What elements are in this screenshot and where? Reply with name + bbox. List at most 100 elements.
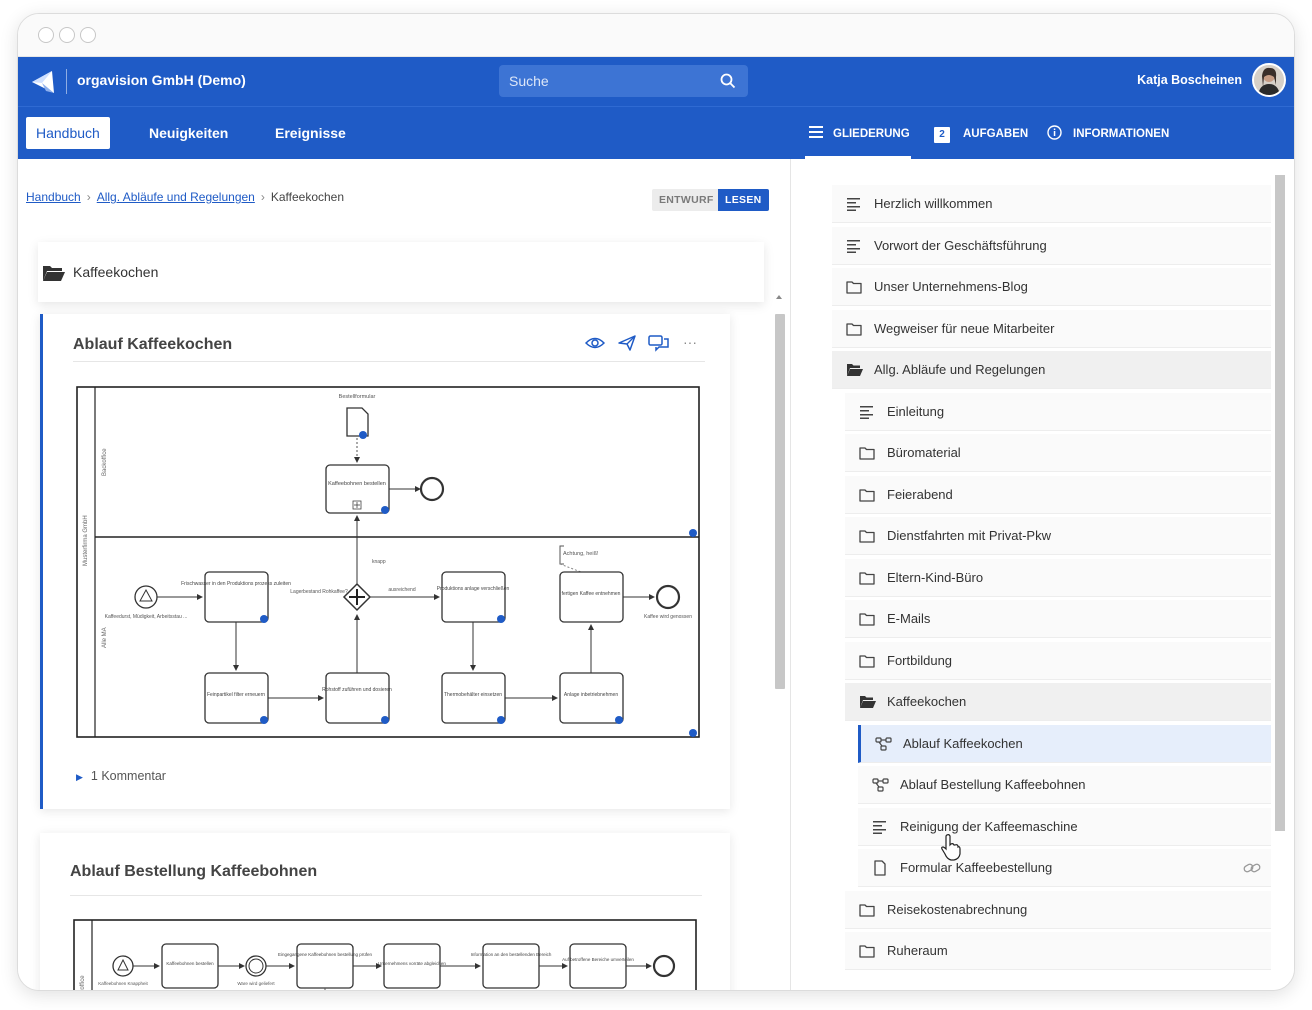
breadcrumb: Handbuch › Allg. Abläufe und Regelungen › Ka…: [26, 190, 344, 204]
task-raw-material[interactable]: [325, 672, 390, 724]
window-close-dot[interactable]: [38, 27, 54, 43]
task-start-plant[interactable]: [441, 571, 506, 623]
send-icon[interactable]: [617, 334, 637, 352]
tasks-badge: 2: [934, 127, 950, 143]
sidebar-item-label: Fortbildung: [887, 652, 953, 668]
folder-open-icon: [859, 694, 876, 710]
sidebar-item[interactable]: Büromaterial: [845, 434, 1271, 472]
task-check[interactable]: [296, 943, 354, 989]
eye-icon[interactable]: [584, 334, 606, 352]
more-options-icon[interactable]: ···: [683, 334, 703, 352]
end-event-order[interactable]: [419, 476, 445, 502]
task-distribute[interactable]: [569, 943, 627, 989]
scroll-up-arrow-icon[interactable]: [773, 292, 785, 302]
text-lines-icon: [872, 819, 888, 835]
pool-label: Musterfirma GmbH: [83, 515, 89, 566]
app-logo-icon[interactable]: [28, 67, 58, 97]
sidebar-item[interactable]: Ablauf Kaffeekochen: [858, 724, 1271, 763]
sidebar-item-label: Feierabend: [887, 486, 953, 502]
tab-gliederung[interactable]: GLIEDERUNG: [809, 123, 910, 145]
tab-informationen[interactable]: INFORMATIONEN: [1047, 123, 1169, 145]
folder-open-icon: [42, 264, 66, 282]
breadcrumb-allg-ablaeufe[interactable]: Allg. Abläufe und Regelungen: [97, 190, 255, 204]
task-take-coffee-label: fertigen Kaffee entnehmen: [562, 591, 621, 597]
sidebar-item-label: Reinigung der Kaffeemaschine: [900, 818, 1078, 834]
tab-handbuch[interactable]: Handbuch: [26, 117, 110, 149]
task-filter-label: Feinpartikel filter erneuern: [207, 692, 265, 698]
sidebar-item[interactable]: Reisekostenabrechnung: [845, 890, 1271, 929]
comments-toggle[interactable]: ▶ 1 Kommentar: [76, 769, 166, 783]
sidebar-item[interactable]: Wegweiser für neue Mitarbeiter: [832, 309, 1271, 348]
sidebar-item[interactable]: Kaffeekochen: [845, 683, 1271, 721]
user-name[interactable]: Katja Boscheinen: [1137, 73, 1242, 87]
main-scrollbar-thumb[interactable]: [775, 314, 785, 689]
task-check-label: Eingegangene Kaffeebohnen bestellung prü…: [278, 952, 372, 957]
start-event-label: Kaffeedurst, Müdigkeit, Arbeitsstau ...: [105, 614, 188, 620]
task-stock[interactable]: [383, 943, 441, 989]
end-event[interactable]: [655, 584, 681, 610]
comments-icon[interactable]: [648, 334, 669, 352]
sidebar-item-label: Kaffeekochen: [887, 694, 967, 709]
card-divider: [70, 895, 702, 896]
list-icon: [809, 126, 823, 138]
read-toggle[interactable]: LESEN: [718, 189, 769, 211]
task-inform[interactable]: [482, 943, 540, 989]
tab-aufgaben[interactable]: 2 AUFGABEN: [934, 123, 1028, 145]
sidebar-item-label: Formular Kaffeebestellung: [900, 860, 1053, 875]
search-input[interactable]: [509, 65, 709, 97]
navigation-bar: Handbuch Neuigkeiten Ereignisse GLIEDERU…: [18, 106, 1294, 159]
sidebar-item[interactable]: Allg. Abläufe und Regelungen: [832, 351, 1271, 389]
sidebar-item[interactable]: Fortbildung: [845, 641, 1271, 680]
breadcrumb-handbuch[interactable]: Handbuch: [26, 190, 81, 204]
mouse-pointer-icon: [941, 834, 961, 861]
search-icon[interactable]: [720, 73, 736, 89]
sidebar-scrollbar-thumb[interactable]: [1275, 175, 1285, 831]
bpmn-diagram-bestellung[interactable]: ackoffice Kaffeebohnen Knappheit Kaffeeb…: [73, 919, 699, 991]
sidebar-item[interactable]: Feierabend: [845, 475, 1271, 514]
sidebar-item[interactable]: Vorwort der Geschäftsführung: [832, 226, 1271, 265]
task-order[interactable]: [161, 943, 219, 989]
annotation-label: Achtung, heiß!: [563, 551, 599, 557]
sidebar-item[interactable]: Ruheraum: [845, 932, 1271, 970]
info-icon: [1047, 125, 1062, 140]
sidebar-item[interactable]: Herzlich willkommen: [832, 185, 1271, 223]
task-take-coffee[interactable]: [559, 571, 624, 623]
main-scrollbar[interactable]: [773, 289, 785, 990]
logo-separator: [66, 69, 67, 94]
avatar[interactable]: [1252, 63, 1286, 97]
task-order-label: Kaffeebohnen bestellen: [166, 961, 214, 966]
draft-toggle[interactable]: ENTWURF: [652, 189, 721, 211]
sidebar-item[interactable]: Eltern-Kind-Büro: [845, 558, 1271, 597]
task-fresh-water-label: Frischwasser in den Produktions prozess …: [181, 581, 291, 587]
sidebar-item[interactable]: Unser Unternehmens-Blog: [832, 268, 1271, 306]
sidebar-item[interactable]: Ablauf Bestellung Kaffeebohnen: [858, 766, 1271, 804]
tab-ereignisse[interactable]: Ereignisse: [275, 117, 346, 149]
end-event[interactable]: [652, 954, 676, 978]
card-title: Ablauf Bestellung Kaffeebohnen: [70, 863, 318, 880]
sidebar-item-label: Einleitung: [887, 403, 945, 419]
search-box[interactable]: [499, 65, 748, 97]
bpmn-diagram-kaffeekochen[interactable]: Musterfirma GmbH Backoffice Alle MA Best…: [76, 386, 702, 742]
task-plant-on-label: Anlage inbetriebnehmen: [564, 692, 618, 698]
task-filter[interactable]: [204, 672, 269, 724]
app-window: orgavision GmbH (Demo) Katja Boscheinen …: [17, 13, 1295, 991]
sidebar-item[interactable]: Einleitung: [845, 392, 1271, 431]
sidebar-item[interactable]: Formular Kaffeebestellung: [858, 849, 1271, 887]
sidebar-item[interactable]: Reinigung der Kaffeemaschine: [858, 807, 1271, 846]
sidebar-item[interactable]: E-Mails: [845, 600, 1271, 638]
sidebar-scrollbar[interactable]: [1273, 159, 1287, 990]
sidebar-item-label: Reisekostenabrechnung: [887, 901, 1028, 917]
organization-name[interactable]: orgavision GmbH (Demo): [77, 72, 246, 88]
sidebar-item[interactable]: Dienstfahrten mit Privat-Pkw: [845, 517, 1271, 555]
window-maximize-dot[interactable]: [80, 27, 96, 43]
main-content: Handbuch › Allg. Abläufe und Regelungen › Ka…: [18, 159, 790, 991]
tab-neuigkeiten[interactable]: Neuigkeiten: [149, 117, 228, 149]
link-icon[interactable]: [1243, 860, 1261, 876]
folder-icon: [859, 528, 875, 544]
breadcrumb-separator: ›: [86, 190, 91, 204]
task-fresh-water[interactable]: [204, 571, 269, 623]
folder-icon: [859, 487, 875, 503]
window-minimize-dot[interactable]: [59, 27, 75, 43]
task-plant-on[interactable]: [559, 672, 624, 724]
task-thermo[interactable]: [441, 672, 506, 724]
